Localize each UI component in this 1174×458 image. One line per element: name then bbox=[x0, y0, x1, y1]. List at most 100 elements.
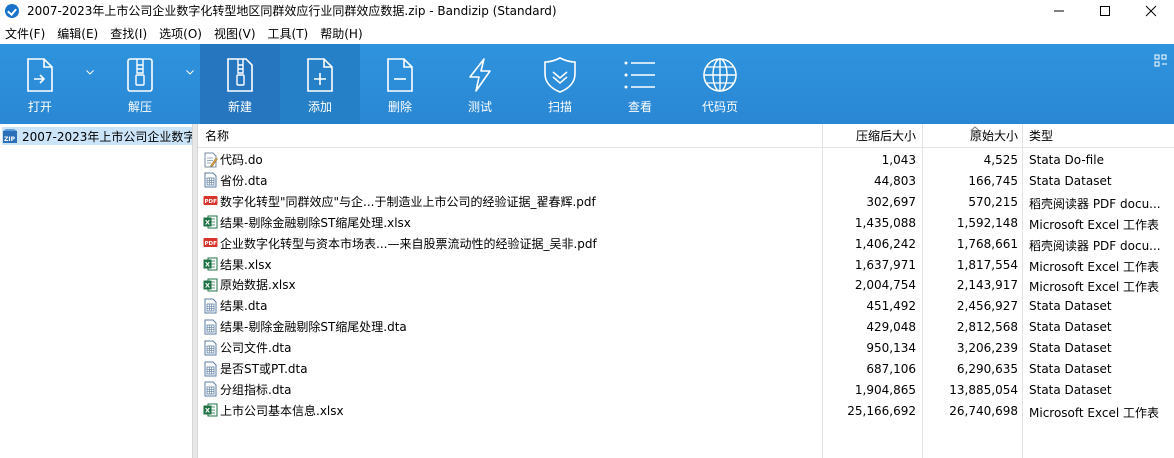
window-title: 2007-2023年上市公司企业数字化转型地区同群效应行业同群效应数据.zip … bbox=[27, 4, 557, 18]
file-row[interactable]: 分组指标.dta 1,904,865 13,885,054 Stata Dataset bbox=[198, 379, 1174, 400]
original-size: 26,740,698 bbox=[949, 403, 1018, 418]
view-button[interactable]: 查看 bbox=[600, 44, 680, 124]
tree-root-item[interactable]: ZIP 2007-2023年上市公司企业数字 bbox=[2, 127, 192, 145]
zip-archive-icon: ZIP bbox=[3, 129, 17, 143]
view-label: 查看 bbox=[627, 100, 652, 114]
column-header-original-size[interactable]: 原始大小 bbox=[970, 127, 1018, 144]
column-header-name[interactable]: 名称 bbox=[205, 127, 229, 144]
menu-help[interactable]: 帮助(H) bbox=[314, 25, 368, 42]
file-type: Stata Dataset bbox=[1029, 362, 1112, 376]
menu-options[interactable]: 选项(O) bbox=[153, 25, 208, 42]
packed-size: 429,048 bbox=[866, 320, 916, 335]
add-button[interactable]: 添加 bbox=[280, 44, 360, 124]
packed-size: 451,492 bbox=[866, 299, 916, 314]
column-header-type[interactable]: 类型 bbox=[1029, 127, 1053, 144]
file-type: Microsoft Excel 工作表 bbox=[1029, 280, 1160, 295]
extract-icon bbox=[122, 56, 158, 94]
dta-file-icon bbox=[204, 361, 217, 376]
excel-file-icon: X bbox=[203, 403, 218, 417]
file-name-cell: 结果-剔除金融剔除ST缩尾处理.dta bbox=[203, 318, 407, 335]
file-row[interactable]: X 原始数据.xlsx 2,004,754 2,143,917 Microsoft Ex… bbox=[198, 274, 1174, 295]
file-row[interactable]: 省份.dta 44,803 166,745 Stata Dataset bbox=[198, 170, 1174, 191]
file-row[interactable]: 结果.dta 451,492 2,456,927 Stata Dataset bbox=[198, 295, 1174, 316]
file-row[interactable]: 代码.do 1,043 4,525 Stata Do-file bbox=[198, 149, 1174, 170]
file-row[interactable]: 是否ST或PT.dta 687,106 6,290,635 Stata Dataset bbox=[198, 358, 1174, 379]
minimize-button[interactable] bbox=[1036, 0, 1082, 21]
open-dropdown-arrow[interactable] bbox=[80, 44, 100, 124]
original-size: 2,143,917 bbox=[956, 278, 1018, 293]
file-row[interactable]: PDF 数字化转型"同群效应"与企...于制造业上市公司的经验证据_翟春辉.pdf… bbox=[198, 191, 1174, 212]
close-button[interactable] bbox=[1128, 0, 1174, 21]
close-icon bbox=[1145, 5, 1157, 16]
file-row[interactable]: 公司文件.dta 950,134 3,206,239 Stata Dataset bbox=[198, 337, 1174, 358]
open-label: 打开 bbox=[27, 100, 52, 114]
file-name-cell: 结果.dta bbox=[203, 297, 268, 314]
file-name: 公司文件.dta bbox=[220, 341, 292, 356]
scan-button[interactable]: 扫描 bbox=[520, 44, 600, 124]
packed-size: 1,043 bbox=[881, 153, 916, 167]
file-name-cell: X 结果.xlsx bbox=[203, 256, 272, 273]
file-name-cell: 代码.do bbox=[203, 151, 263, 168]
file-type: Stata Do-file bbox=[1029, 153, 1104, 167]
add-label: 添加 bbox=[307, 100, 332, 114]
original-size: 13,885,054 bbox=[949, 382, 1018, 397]
packed-size: 25,166,692 bbox=[847, 403, 916, 418]
file-row[interactable]: PDF 企业数字化转型与资本市场表...—来自股票流动性的经验证据_吴非.pdf 1… bbox=[198, 233, 1174, 254]
packed-size: 302,697 bbox=[866, 194, 916, 209]
delete-button[interactable]: 删除 bbox=[360, 44, 440, 124]
file-name: 结果.dta bbox=[220, 299, 268, 314]
menu-edit[interactable]: 编辑(E) bbox=[51, 25, 104, 42]
minimize-icon bbox=[1054, 10, 1064, 11]
new-archive-button[interactable]: 新建 bbox=[200, 44, 280, 124]
tree-root-label: 2007-2023年上市公司企业数字 bbox=[22, 129, 192, 144]
file-row[interactable]: X 结果.xlsx 1,637,971 1,817,554 Microsoft Exce… bbox=[198, 254, 1174, 275]
file-name: 原始数据.xlsx bbox=[220, 278, 296, 293]
scan-label: 扫描 bbox=[547, 100, 572, 114]
file-type: Stata Dataset bbox=[1029, 320, 1112, 335]
packed-size: 950,134 bbox=[866, 341, 916, 356]
menu-file[interactable]: 文件(F) bbox=[0, 25, 51, 42]
file-row[interactable]: 结果-剔除金融剔除ST缩尾处理.dta 429,048 2,812,568 Stata… bbox=[198, 316, 1174, 337]
codepage-label: 代码页 bbox=[701, 100, 738, 114]
test-button[interactable]: 测试 bbox=[440, 44, 520, 124]
menu-tools[interactable]: 工具(T) bbox=[262, 25, 315, 42]
codepage-button[interactable]: 代码页 bbox=[680, 44, 760, 124]
delete-label: 删除 bbox=[387, 100, 412, 114]
extract-button[interactable]: 解压 bbox=[100, 44, 180, 124]
original-size: 6,290,635 bbox=[956, 362, 1018, 376]
svg-text:ZIP: ZIP bbox=[4, 136, 16, 143]
file-type: Microsoft Excel 工作表 bbox=[1029, 259, 1160, 274]
file-list-header: 名称 压缩后大小 原始大小 类型 bbox=[198, 124, 1174, 148]
file-type: Microsoft Excel 工作表 bbox=[1029, 405, 1160, 420]
menu-bar: 文件(F) 编辑(E) 查找(I) 选项(O) 视图(V) 工具(T) 帮助(H… bbox=[0, 23, 1174, 43]
file-type: 稻壳阅读器 PDF docu... bbox=[1029, 238, 1161, 253]
file-row[interactable]: X 上市公司基本信息.xlsx 25,166,692 26,740,698 Micros… bbox=[198, 400, 1174, 421]
maximize-button[interactable] bbox=[1082, 0, 1128, 21]
file-list: 名称 压缩后大小 原始大小 类型 代码.do 1,043 4,525 Stata Do… bbox=[198, 124, 1174, 458]
dta-file-icon bbox=[204, 381, 217, 397]
shield-icon bbox=[542, 56, 578, 94]
original-size: 570,215 bbox=[968, 194, 1018, 209]
packed-size: 1,637,971 bbox=[854, 257, 916, 272]
title-bar: 2007-2023年上市公司企业数字化转型地区同群效应行业同群效应数据.zip … bbox=[0, 0, 1174, 21]
column-header-packed-size[interactable]: 压缩后大小 bbox=[856, 127, 916, 144]
file-name-cell: X 结果-剔除金融剔除ST缩尾处理.xlsx bbox=[203, 214, 411, 231]
file-type: Stata Dataset bbox=[1029, 382, 1112, 397]
bandizip-app-icon[interactable] bbox=[5, 3, 19, 18]
original-size: 1,592,148 bbox=[956, 215, 1018, 230]
do-file-icon bbox=[204, 152, 218, 167]
dta-file-icon bbox=[204, 172, 217, 188]
file-row[interactable]: X 结果-剔除金融剔除ST缩尾处理.xlsx 1,435,088 1,592,148 M… bbox=[198, 212, 1174, 233]
open-button[interactable]: 打开 bbox=[0, 44, 80, 124]
file-name: 省份.dta bbox=[220, 173, 268, 188]
excel-file-icon: X bbox=[203, 257, 218, 271]
open-icon bbox=[22, 56, 58, 94]
dta-file-icon bbox=[204, 298, 217, 314]
menu-find[interactable]: 查找(I) bbox=[104, 25, 153, 42]
file-name-cell: 省份.dta bbox=[203, 172, 268, 189]
list-view-icon bbox=[622, 56, 658, 94]
extract-dropdown-arrow[interactable] bbox=[180, 44, 200, 124]
file-type: 稻壳阅读器 PDF docu... bbox=[1029, 196, 1161, 211]
layout-grid-icon[interactable] bbox=[1154, 54, 1168, 68]
menu-view[interactable]: 视图(V) bbox=[208, 25, 262, 42]
